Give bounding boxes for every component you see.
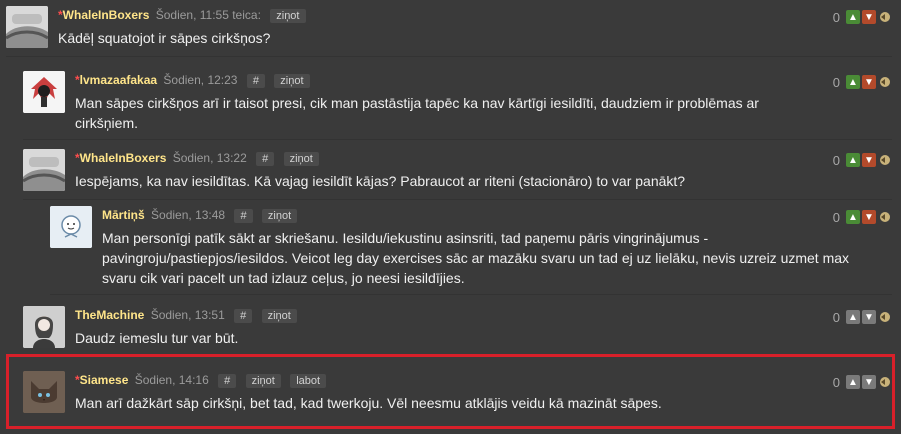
comment-meta: *lvmazaafakaa Šodien, 12:23 # ziņot [75,72,310,88]
comment-time: Šodien, 12:23 [163,73,238,87]
vote-actions: 0 ▲ ▼ [833,73,892,91]
comment: Mārtiņš Šodien, 13:48 # ziņot Man person… [50,200,892,295]
permalink-link[interactable]: # [256,152,275,166]
thumbs-up-icon[interactable]: ▲ [846,75,860,89]
comment-time: Šodien, 13:51 [150,308,225,322]
author-name[interactable]: Mārtiņš [102,208,145,222]
comment-text: Man sāpes cirkšņos arī ir taisot presi, … [75,95,759,131]
thumbs-up-icon[interactable]: ▲ [846,210,860,224]
thumbs-up-icon[interactable]: ▲ [846,310,860,324]
comment: *WhaleInBoxers Šodien, 11:55 teica: ziņo… [6,0,892,57]
author-name[interactable]: *WhaleInBoxers [75,151,166,165]
comment: *WhaleInBoxers Šodien, 13:22 # ziņot Ies… [23,143,892,200]
report-link[interactable]: ziņot [261,309,297,323]
report-link[interactable]: ziņot [270,9,306,23]
thumbs-up-icon[interactable]: ▲ [846,153,860,167]
reply-icon[interactable] [878,153,892,167]
comment-time: Šodien, 11:55 teica: [155,8,261,22]
report-link[interactable]: ziņot [283,152,319,166]
report-link[interactable]: ziņot [261,209,298,223]
doodle-avatar-icon[interactable] [50,206,92,248]
headdress-avatar-icon[interactable] [23,71,65,113]
comment-meta: *WhaleInBoxers Šodien, 11:55 teica: ziņo… [58,7,306,23]
pillow-avatar-icon[interactable] [23,149,65,191]
permalink-link[interactable]: # [234,209,253,223]
thumbs-down-icon[interactable]: ▼ [862,310,876,324]
reply-icon[interactable] [878,10,892,24]
author-name[interactable]: TheMachine [75,308,144,322]
comment: *lvmazaafakaa Šodien, 12:23 # ziņot Man … [23,65,892,140]
thumbs-down-icon[interactable]: ▼ [862,10,876,24]
reply-icon[interactable] [878,210,892,224]
comment-meta: *WhaleInBoxers Šodien, 13:22 # ziņot [75,150,319,166]
comment-meta: Mārtiņš Šodien, 13:48 # ziņot [102,207,298,223]
author-name[interactable]: *WhaleInBoxers [58,8,149,22]
vote-score: 0 [832,309,840,325]
vote-score: 0 [832,9,840,25]
vote-actions: 0 ▲ ▼ [833,308,892,326]
selection-highlight [6,354,895,429]
comment-text: Man personīgi patīk sākt ar skriešanu. I… [102,230,850,286]
comment-meta: TheMachine Šodien, 13:51 # ziņot [75,307,297,323]
vote-actions: 0 ▲ ▼ [833,8,892,26]
comment-thread: *WhaleInBoxers Šodien, 11:55 teica: ziņo… [0,0,901,434]
thumbs-down-icon[interactable]: ▼ [862,210,876,224]
vote-actions: 0 ▲ ▼ [833,151,892,169]
comment-time: Šodien, 13:48 [151,208,226,222]
comment-time: Šodien, 13:22 [172,151,247,165]
comment-text: Iespējams, ka nav iesildītas. Kā vajag i… [75,173,686,189]
vote-score: 0 [832,152,840,168]
comment-text: Daudz iemeslu tur var būt. [75,330,239,346]
vote-actions: 0 ▲ ▼ [833,208,892,226]
thumbs-down-icon[interactable]: ▼ [862,75,876,89]
comment: TheMachine Šodien, 13:51 # ziņot Daudz i… [23,300,892,357]
permalink-link[interactable]: # [246,74,265,88]
pillow-avatar-icon[interactable] [6,6,48,48]
author-name[interactable]: *lvmazaafakaa [75,73,157,87]
woman-avatar-icon[interactable] [23,306,65,348]
vote-score: 0 [832,74,840,90]
report-link[interactable]: ziņot [274,74,310,88]
thumbs-up-icon[interactable]: ▲ [846,10,860,24]
vote-score: 0 [832,209,840,225]
reply-icon[interactable] [878,75,892,89]
permalink-link[interactable]: # [234,309,253,323]
comment-text: Kādēļ squatojot ir sāpes cirkšņos? [58,30,271,46]
reply-icon[interactable] [878,310,892,324]
thumbs-down-icon[interactable]: ▼ [862,153,876,167]
